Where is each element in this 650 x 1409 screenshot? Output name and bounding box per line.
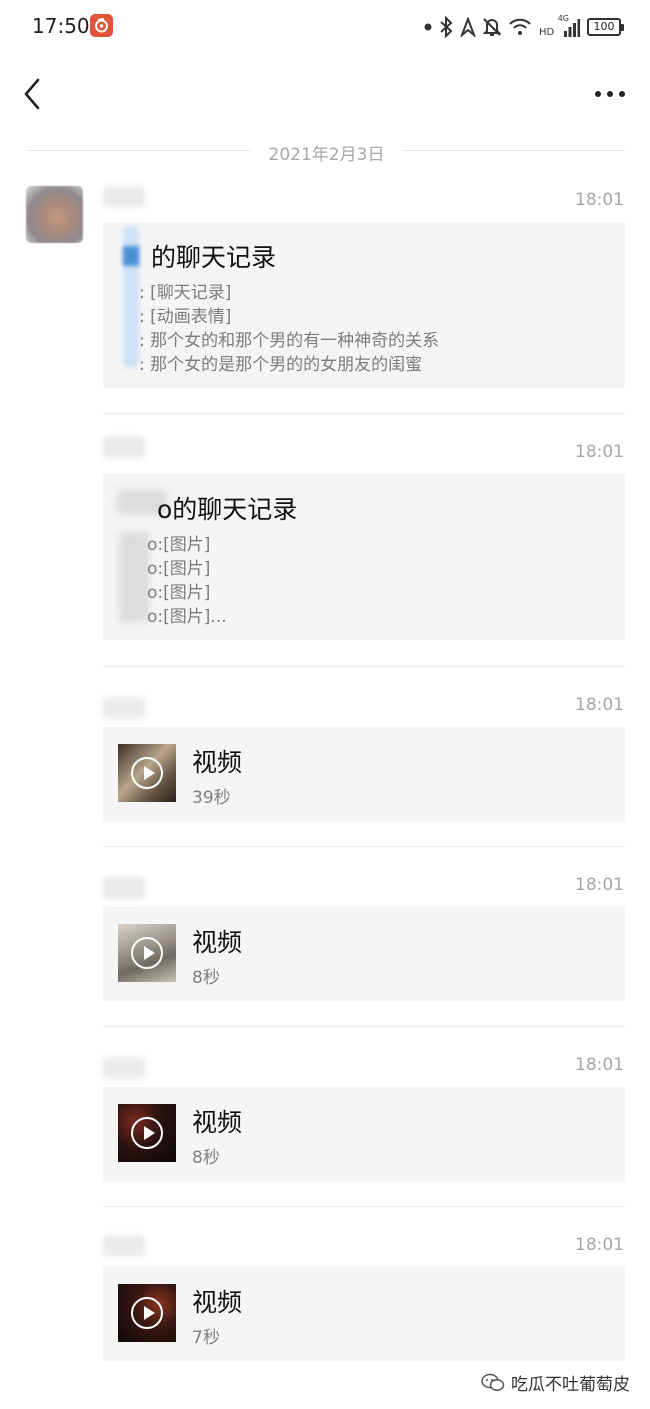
message-time: 18:01 — [575, 695, 624, 715]
watermark-text: 吃瓜不吐葡萄皮 — [511, 1375, 630, 1395]
blurred-region — [119, 532, 149, 622]
video-label: 视频 — [192, 1288, 243, 1317]
bell-off-icon — [483, 18, 501, 36]
chat-record-line: o:[图片] — [147, 583, 211, 603]
avatar[interactable] — [26, 186, 83, 243]
play-icon — [131, 1117, 163, 1149]
message-separator — [103, 1026, 625, 1027]
chat-record-line: o:[图片] — [147, 559, 211, 579]
video-card[interactable]: 视频 7秒 — [103, 1267, 625, 1361]
battery-level: 100 — [587, 18, 621, 36]
battery-icon: 100 — [587, 18, 624, 36]
message-time: 18:01 — [575, 875, 624, 895]
bluetooth-icon — [440, 16, 453, 38]
status-bar: 17:50 HD 4G 100 — [0, 0, 650, 56]
status-time: 17:50 — [32, 14, 90, 38]
video-duration: 8秒 — [192, 1148, 220, 1168]
watermark: 吃瓜不吐葡萄皮 — [481, 1370, 630, 1395]
video-label: 视频 — [192, 1108, 243, 1137]
network-hd-label: HD — [539, 27, 555, 38]
play-icon — [131, 757, 163, 789]
chat-record-line: o:[图片]... — [147, 607, 227, 627]
video-thumbnail — [118, 1104, 176, 1162]
sender-name-blurred — [103, 1235, 145, 1257]
chat-record-line: : [聊天记录] — [139, 283, 232, 303]
back-arrow-icon — [24, 78, 40, 110]
chat-date: 2021年2月3日 — [268, 145, 385, 165]
message-separator — [103, 666, 625, 667]
video-label: 视频 — [192, 928, 243, 957]
chat-record-title: 的聊天记录 — [151, 243, 277, 272]
sender-name-blurred — [103, 186, 145, 208]
divider-line-right — [403, 150, 625, 151]
sender-name-blurred — [103, 1057, 145, 1079]
network-type: HD 4G — [539, 14, 569, 40]
video-card[interactable]: 视频 39秒 — [103, 727, 625, 821]
status-icons: HD 4G 100 — [424, 14, 624, 40]
chat-record-card[interactable]: 的聊天记录 : [聊天记录] : [动画表情] : 那个女的和那个男的有一种神奇… — [103, 222, 625, 388]
sender-name-blurred — [103, 697, 145, 719]
video-thumbnail — [118, 924, 176, 982]
dot-icon — [424, 23, 432, 31]
network-gen-label: 4G — [557, 14, 569, 23]
wifi-icon — [509, 18, 531, 35]
video-duration: 8秒 — [192, 968, 220, 988]
video-card[interactable]: 视频 8秒 — [103, 1087, 625, 1181]
back-button[interactable] — [18, 76, 48, 112]
location-icon — [460, 17, 476, 37]
app-notification-icon — [90, 14, 113, 37]
play-icon — [131, 937, 163, 969]
message-time: 18:01 — [575, 190, 624, 210]
chat-record-line: : 那个女的是那个男的的女朋友的闺蜜 — [139, 355, 423, 375]
chat-record-line: o:[图片] — [147, 535, 211, 555]
message-time: 18:01 — [575, 442, 624, 462]
message-time: 18:01 — [575, 1235, 624, 1255]
message-time: 18:01 — [575, 1055, 624, 1075]
video-card[interactable]: 视频 8秒 — [103, 907, 625, 1001]
sender-name-blurred — [103, 877, 145, 899]
video-label: 视频 — [192, 748, 243, 777]
chat-record-line: : [动画表情] — [139, 307, 232, 327]
sender-name-blurred — [103, 436, 145, 458]
video-duration: 39秒 — [192, 788, 231, 808]
blurred-region — [123, 246, 139, 266]
battery-tip — [621, 23, 624, 31]
message-separator — [103, 413, 625, 414]
more-button[interactable] — [592, 84, 628, 104]
video-thumbnail — [118, 744, 176, 802]
wechat-watermark-icon — [481, 1373, 505, 1391]
chat-record-line: : 那个女的和那个男的有一种神奇的关系 — [139, 331, 440, 351]
more-dots-icon — [595, 91, 625, 97]
message-separator — [103, 1206, 625, 1207]
message-separator — [103, 846, 625, 847]
nav-bar — [0, 56, 650, 132]
video-duration: 7秒 — [192, 1328, 220, 1348]
date-divider: 2021年2月3日 — [28, 140, 625, 165]
play-icon — [131, 1297, 163, 1329]
chat-record-card[interactable]: o的聊天记录 o:[图片] o:[图片] o:[图片] o:[图片]... — [103, 474, 625, 640]
chat-record-title: o的聊天记录 — [157, 495, 298, 524]
video-thumbnail — [118, 1284, 176, 1342]
